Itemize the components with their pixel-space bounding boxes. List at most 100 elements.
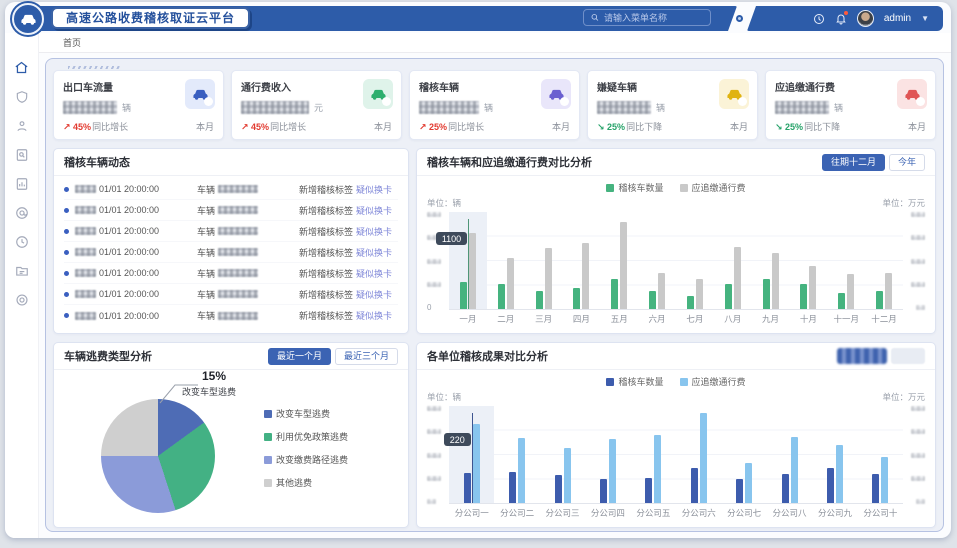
panel-monthly-comparison: 稽核车辆和应追缴通行费对比分析 往期十二月 今年 稽核车数量应追缴通行费 单位：… [416, 148, 936, 334]
chevron-down-icon[interactable]: ▼ [921, 14, 929, 23]
clock-icon[interactable] [813, 13, 825, 25]
sidebar-item-report[interactable] [15, 264, 29, 278]
event-action: 新增稽核标签 [299, 183, 353, 196]
bar [700, 413, 707, 503]
trend-indicator: ↗ 25%同比增长 [419, 120, 484, 133]
masked-axis-tick [911, 453, 925, 458]
bar [609, 439, 616, 503]
legend-item[interactable]: 其他逃费 [264, 476, 348, 489]
masked-date [75, 206, 96, 214]
bar-group[interactable] [638, 212, 676, 309]
sidebar-item-home[interactable] [14, 60, 29, 75]
bar [734, 247, 741, 309]
masked-axis-tick [911, 282, 925, 287]
bar [876, 291, 883, 309]
legend-item[interactable]: 利用优免政策逃费 [264, 430, 348, 443]
menu-search[interactable] [583, 9, 711, 26]
list-item[interactable]: 01/01 20:00:00车辆新增稽核标签疑似换卡 [64, 305, 398, 326]
legend-item[interactable]: 改变缴费路径逃费 [264, 453, 348, 466]
bar-group[interactable] [858, 406, 903, 503]
event-tag-link[interactable]: 疑似换卡 [356, 246, 392, 259]
legend-item[interactable]: 稽核车数量 [606, 181, 663, 194]
sidebar-item-file-search[interactable] [15, 148, 29, 162]
masked-plate [218, 269, 258, 277]
sidebar-item-user[interactable] [15, 119, 29, 133]
bar-group[interactable] [714, 212, 752, 309]
bar-group[interactable] [676, 406, 721, 503]
bar-group[interactable] [562, 212, 600, 309]
username[interactable]: admin [884, 13, 911, 24]
sidebar-item-clock[interactable] [15, 235, 29, 249]
bar-group[interactable] [585, 406, 630, 503]
masked-value [775, 101, 829, 114]
event-tag-link[interactable]: 疑似换卡 [356, 288, 392, 301]
bar-group[interactable] [865, 212, 903, 309]
y-axis-unit-left: 单位：辆 [427, 391, 461, 403]
list-item[interactable]: 01/01 20:00:00车辆新增稽核标签疑似换卡 [64, 242, 398, 263]
bar-group[interactable] [827, 212, 865, 309]
event-tag-link[interactable]: 疑似换卡 [356, 183, 392, 196]
avatar[interactable] [857, 10, 874, 27]
masked-axis-tick [911, 406, 925, 411]
x-axis-label: 分公司三 [540, 507, 585, 519]
bar [460, 282, 467, 309]
event-time: 01/01 20:00:00 [99, 289, 159, 299]
masked-range-button[interactable] [891, 348, 925, 364]
masked-axis-tick [911, 212, 925, 217]
bar-group[interactable] [494, 406, 539, 503]
bullet-icon [64, 250, 69, 255]
sidebar-item-settings[interactable] [15, 293, 29, 307]
trend-indicator: ↗ 45%同比增长 [63, 120, 128, 133]
period-label: 本月 [552, 120, 570, 133]
bar [545, 248, 552, 309]
bar [498, 284, 505, 309]
sidebar-item-at[interactable] [15, 206, 29, 220]
masked-date [75, 269, 96, 277]
range-button-1month[interactable]: 最近一个月 [268, 348, 331, 365]
bar-group[interactable] [767, 406, 812, 503]
bar-group[interactable] [789, 212, 827, 309]
bar-group[interactable]: 1100 [449, 212, 487, 309]
bar-group[interactable] [721, 406, 766, 503]
bar-group[interactable] [812, 406, 857, 503]
sidebar-item-shield[interactable] [15, 90, 29, 104]
bell-icon[interactable] [835, 13, 847, 25]
search-input[interactable] [604, 13, 703, 23]
range-button-thisyear[interactable]: 今年 [889, 154, 925, 171]
list-item[interactable]: 01/01 20:00:00车辆新增稽核标签疑似换卡 [64, 284, 398, 305]
pie-chart[interactable] [101, 399, 215, 513]
car-check-icon: ✓ [363, 79, 393, 109]
event-tag-link[interactable]: 疑似换卡 [356, 267, 392, 280]
vehicle-label: 车辆 [197, 225, 215, 238]
range-button-3months[interactable]: 最近三个月 [335, 348, 398, 365]
bar-group[interactable] [600, 212, 638, 309]
masked-range-button-active[interactable] [837, 348, 887, 364]
bar-group[interactable] [631, 406, 676, 503]
list-item[interactable]: 01/01 20:00:00车辆新增稽核标签疑似换卡 [64, 179, 398, 200]
range-button-last12[interactable]: 往期十二月 [822, 154, 885, 171]
list-item[interactable]: 01/01 20:00:00车辆新增稽核标签疑似换卡 [64, 221, 398, 242]
bar-group[interactable] [487, 212, 525, 309]
bar-group[interactable] [525, 212, 563, 309]
bar [658, 273, 665, 309]
bar-group[interactable]: 220 [449, 406, 494, 503]
bar-group[interactable] [540, 406, 585, 503]
list-item[interactable]: 01/01 20:00:00车辆新增稽核标签疑似换卡 [64, 263, 398, 284]
event-tag-link[interactable]: 疑似换卡 [356, 204, 392, 217]
event-tag-link[interactable]: 疑似换卡 [356, 309, 392, 322]
list-item[interactable]: 01/01 20:00:00车辆新增稽核标签疑似换卡 [64, 200, 398, 221]
period-label: 本月 [196, 120, 214, 133]
legend-item[interactable]: 应追缴通行费 [680, 375, 746, 388]
bar [745, 463, 752, 503]
legend-item[interactable]: 稽核车数量 [606, 375, 663, 388]
sidebar-item-file-chart[interactable] [15, 177, 29, 191]
bar-group[interactable] [752, 212, 790, 309]
event-tag-link[interactable]: 疑似换卡 [356, 225, 392, 238]
breadcrumb[interactable]: 首页 [39, 33, 951, 53]
value-unit: 辆 [122, 101, 131, 114]
x-axis: 分公司一分公司二分公司三分公司四分公司五分公司六分公司七分公司八分公司九分公司十 [449, 507, 903, 519]
pie-callout-value: 15% [202, 369, 226, 383]
legend-item[interactable]: 改变车型逃费 [264, 407, 348, 420]
legend-item[interactable]: 应追缴通行费 [680, 181, 746, 194]
bar-group[interactable] [676, 212, 714, 309]
